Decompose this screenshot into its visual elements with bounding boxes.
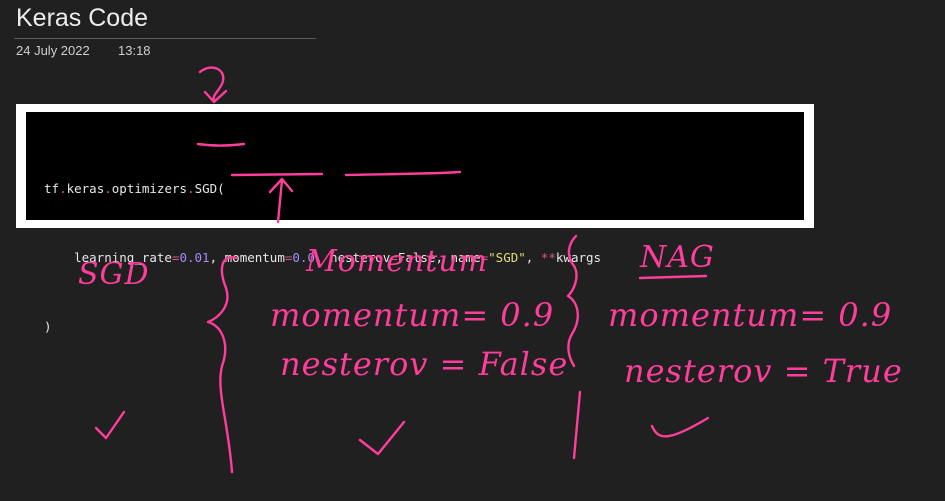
check-icon (94, 410, 126, 440)
brace-right-icon (566, 234, 579, 368)
nag-title: NAG (640, 240, 715, 275)
sgd-label: SGD (78, 257, 150, 292)
underline-sgd (196, 142, 246, 147)
underline-momentum (230, 172, 324, 177)
column-divider (572, 390, 582, 460)
nag-param: momentum= 0.9 (608, 296, 893, 334)
underline-nesterov (344, 170, 462, 177)
arrow-up-icon (276, 178, 284, 224)
momentum-title: Momentum (306, 244, 489, 279)
check-icon (650, 416, 710, 438)
brace-left-icon (206, 256, 238, 474)
check-icon (358, 420, 406, 456)
momentum-nesterov: nesterov = False (280, 345, 569, 383)
nag-nesterov: nesterov = True (624, 352, 903, 390)
nag-underline (638, 274, 708, 280)
momentum-param: momentum= 0.9 (270, 296, 555, 334)
